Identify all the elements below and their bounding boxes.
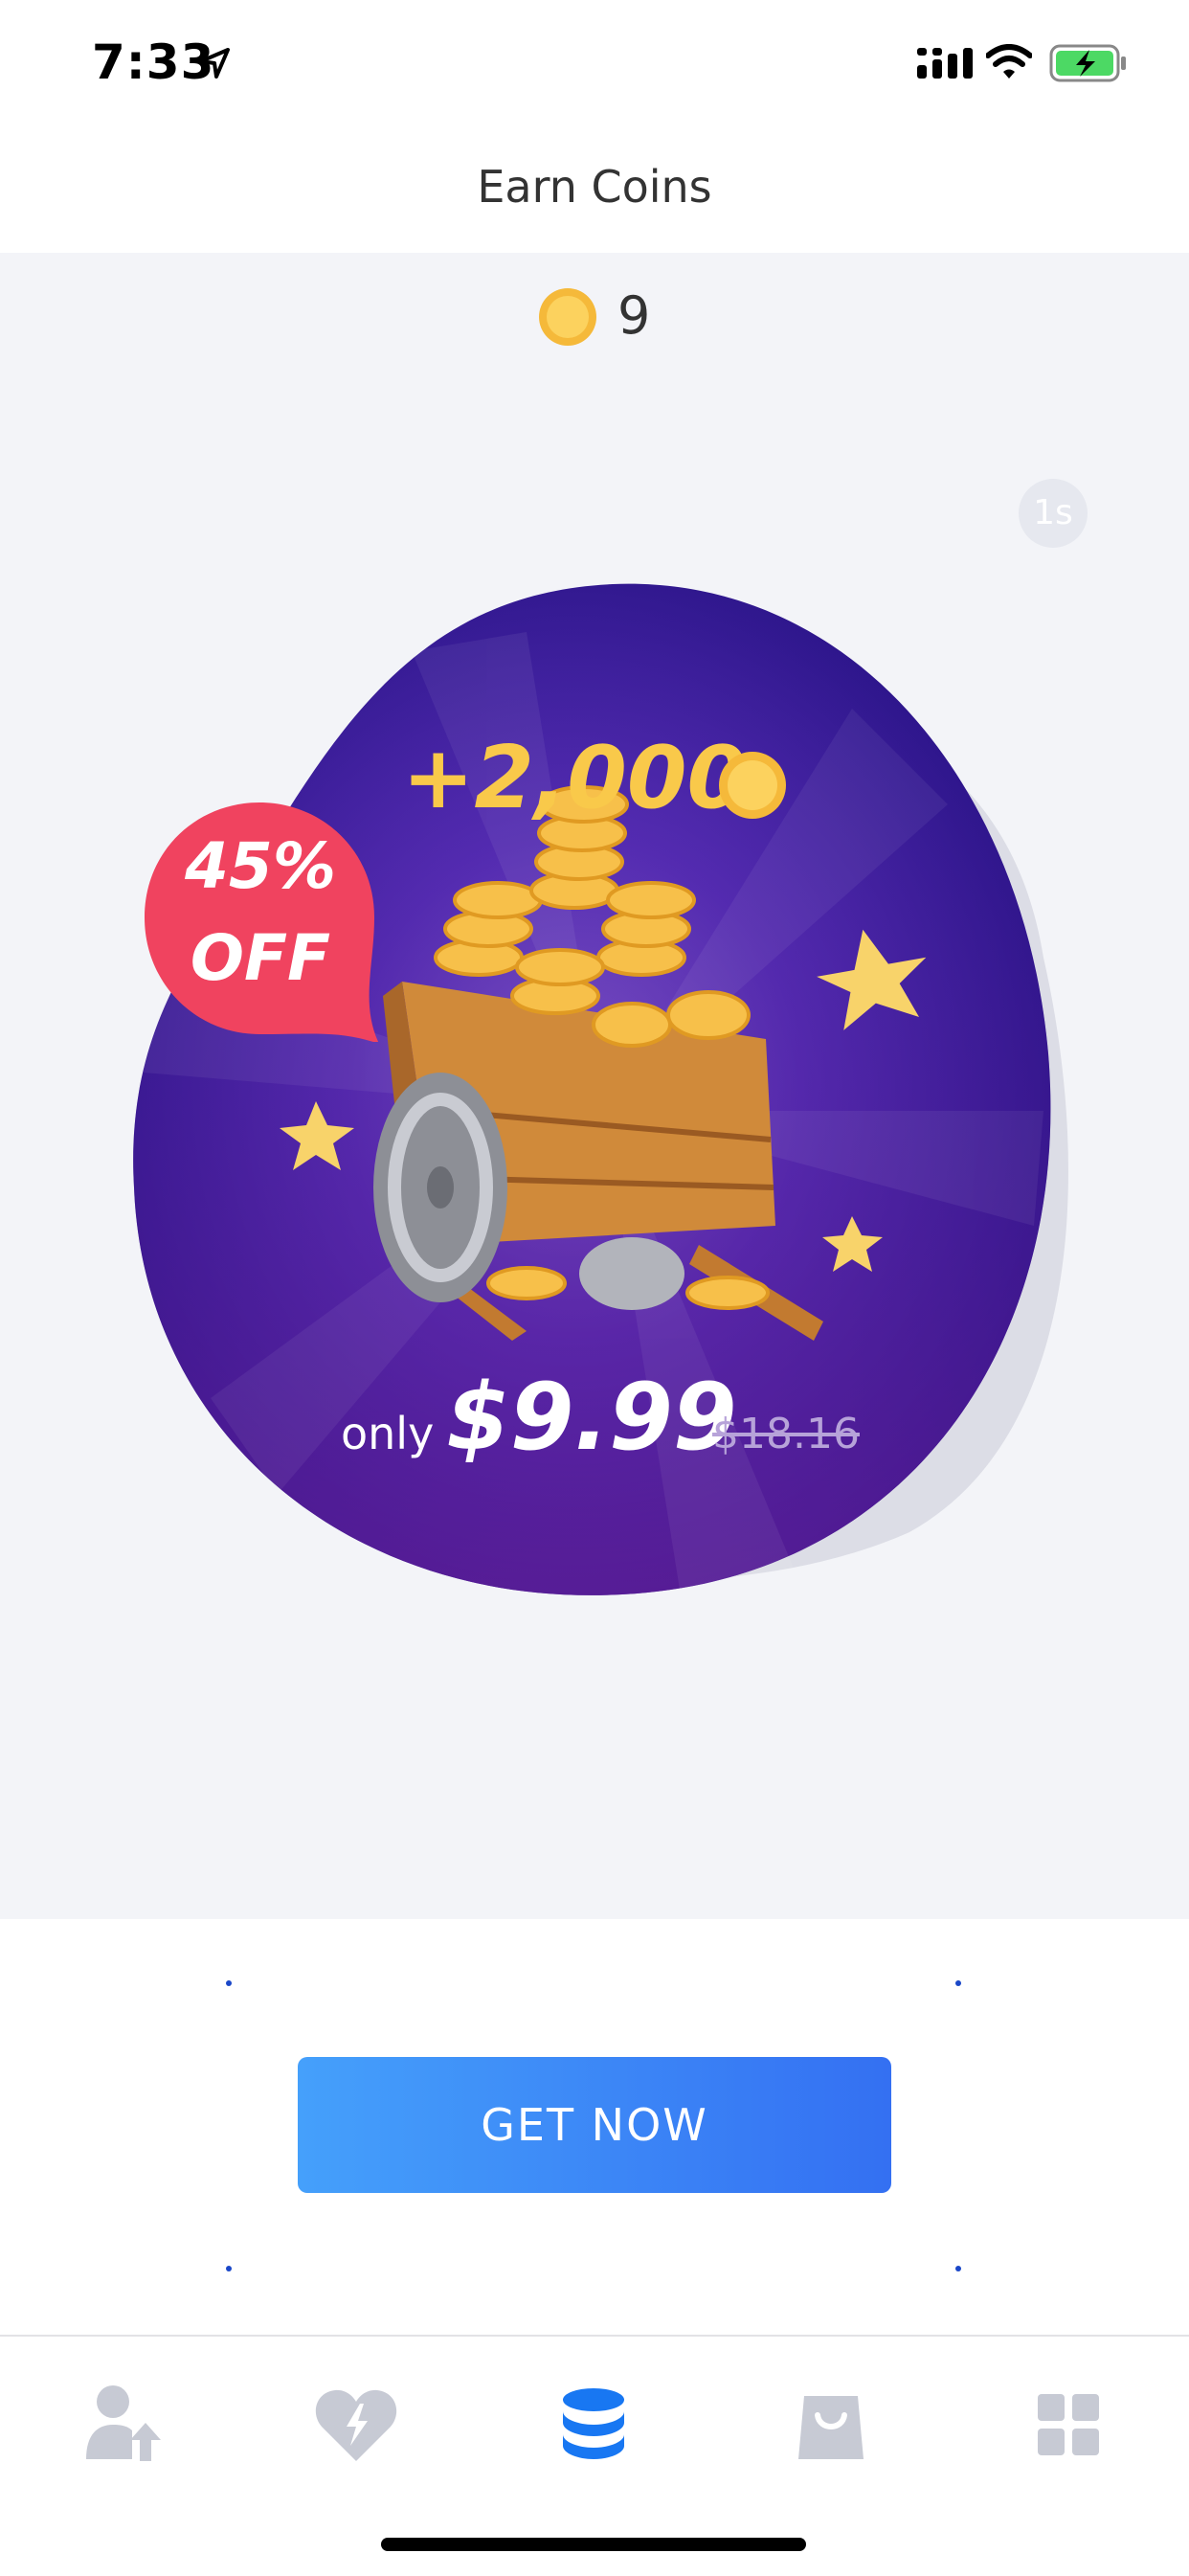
coin-stack-icon[interactable] (546, 2377, 641, 2473)
coin-icon (539, 288, 596, 346)
home-indicator[interactable] (381, 2538, 806, 2551)
decor-dot (955, 1980, 961, 1986)
offer-price: $9.99 (446, 1364, 737, 1471)
original-price: $18.16 (712, 1410, 860, 1458)
decor-dot (226, 2266, 232, 2271)
location-arrow-icon (199, 48, 230, 79)
signal-icon (917, 48, 973, 79)
page-title: Earn Coins (477, 161, 712, 213)
coin-balance: 9 (617, 285, 651, 346)
bag-icon[interactable] (783, 2377, 879, 2473)
heart-bolt-icon[interactable] (308, 2377, 404, 2473)
coin-icon (719, 752, 786, 819)
decor-dot (226, 1980, 232, 1986)
countdown-timer: 1s (1019, 479, 1088, 548)
wifi-icon (986, 44, 1032, 79)
get-now-button[interactable]: GET NOW (298, 2057, 891, 2193)
price-prefix: only (341, 1408, 435, 1459)
discount-off-label: OFF (190, 921, 331, 995)
discount-percent: 45% (185, 829, 336, 903)
person-up-icon[interactable] (73, 2377, 168, 2473)
offer-coin-amount: +2,000 (402, 728, 748, 828)
decor-dot (955, 2266, 961, 2271)
grid-icon[interactable] (1021, 2377, 1116, 2473)
battery-charging-icon (1049, 44, 1126, 82)
